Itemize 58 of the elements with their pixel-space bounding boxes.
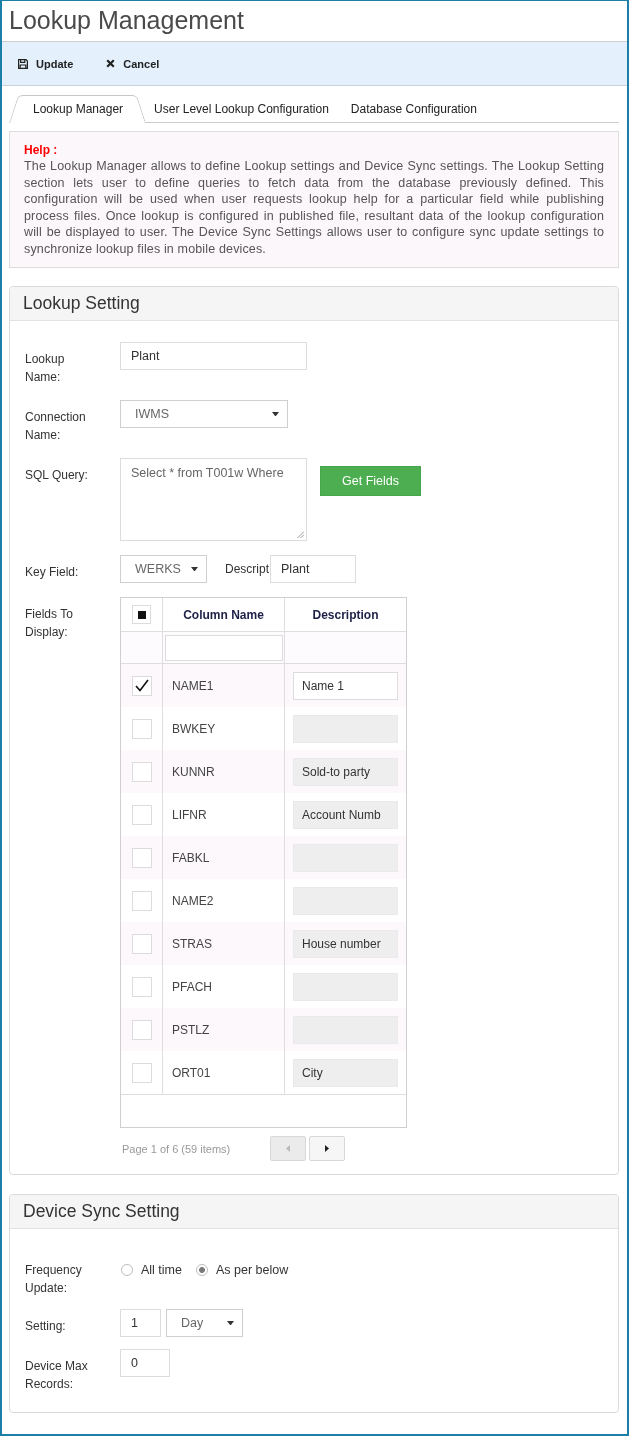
row-checkbox[interactable] [131,847,152,868]
table-cell: ORT01 [163,1051,285,1094]
row-checkbox[interactable] [131,675,152,696]
column-header: Column Name [163,598,285,631]
field-label: Connection Name: [25,409,87,444]
key-field-select[interactable]: WERKS [120,555,207,583]
filter-input[interactable] [165,634,283,661]
unit-select[interactable]: Day [166,1309,243,1337]
description-input[interactable]: City [293,1058,398,1087]
resize-grip-icon [297,531,304,538]
field-label: Frequency Update: [25,1262,83,1297]
select-all-checkbox[interactable] [132,605,151,624]
radio-label[interactable]: As per below [216,1263,289,1277]
row-checkbox[interactable] [131,890,152,911]
interval-input[interactable]: 1 [120,1309,161,1337]
help-title: Help : [24,142,58,158]
field-label: SQL Query: [25,467,89,484]
radio-button[interactable] [121,1264,133,1276]
page-summary: Page 1 of 6 (59 items) [121,1142,231,1155]
row-checkbox[interactable] [131,1062,152,1083]
connection-select[interactable]: IWMS [120,400,288,428]
description-input[interactable]: Name 1 [293,671,398,700]
cancel-button[interactable]: Cancel [103,55,163,72]
field-label: Key Field: [25,564,80,581]
field-label: Device Max Records: [25,1358,89,1393]
radio-button[interactable] [196,1264,208,1276]
description-input[interactable]: Account Numb [293,800,398,829]
row-checkbox[interactable] [131,804,152,825]
max-records-input[interactable]: 0 [120,1349,170,1377]
description-input[interactable]: Sold-to party [293,757,398,786]
lookup-name-input[interactable]: Plant [120,342,307,370]
row-checkbox[interactable] [131,1019,152,1040]
row-checkbox[interactable] [131,718,152,739]
field-label: Setting: [25,1318,67,1335]
caret-down-icon [227,1320,234,1326]
next-page-button[interactable] [309,1136,345,1161]
close-icon [106,59,116,68]
row-checkbox[interactable] [131,933,152,954]
caret-down-icon [272,411,279,417]
row-checkbox[interactable] [131,761,152,782]
field-label: Lookup Name: [25,351,66,386]
field-label: Fields To Display: [25,606,74,641]
caret-down-icon [191,566,198,572]
description-input[interactable]: Plant [270,555,356,583]
field-label: Descript [225,561,269,578]
radio-label[interactable]: All time [141,1263,182,1277]
save-button[interactable]: Update [15,55,77,72]
description-input[interactable]: House number [293,929,398,958]
panel-title: Lookup Setting [23,293,140,314]
caret-right-icon [325,1145,329,1152]
page-title: Lookup Management [9,5,244,36]
column-header: Description [311,606,380,624]
checkmark-icon [134,679,149,692]
panel-title: Device Sync Setting [23,1201,180,1222]
row-checkbox[interactable] [131,976,152,997]
sql-query-field[interactable]: Select * from T001w Where [120,458,307,541]
caret-left-icon [286,1145,290,1152]
help-text: The Lookup Manager allows to define Lookup settings and Device Sync settings. The Lookup Setting section lets user to define queries to fetch data from the database previously defined. This configuration will be used when user requests lookup help for a particular field while publishing process files. Once lookup is configured in published file, resultant data of the lookup configuration will be displayed to user. The Device Sync Settings allows user to configure sync update settings to synchronize lookup files in mobile devices. [24,158,604,257]
